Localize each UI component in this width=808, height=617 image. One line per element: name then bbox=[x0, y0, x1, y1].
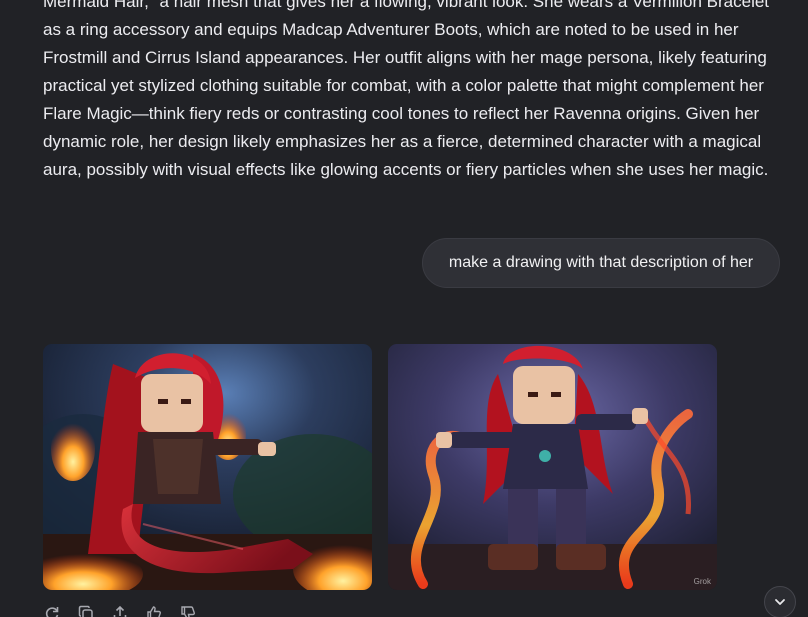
thumbs-down-icon bbox=[181, 606, 195, 617]
message-actions bbox=[43, 604, 197, 617]
assistant-message-line: Frostmill and Cirrus Island appearances.… bbox=[43, 48, 767, 67]
thumbs-up-icon bbox=[147, 606, 161, 617]
scroll-to-bottom-button[interactable] bbox=[764, 586, 796, 617]
chat-page: Mermaid Hair," a hair mesh that gives he… bbox=[0, 0, 808, 617]
assistant-message-line: Flare Magic—think fiery reds or contrast… bbox=[43, 104, 760, 123]
user-message-bubble: make a drawing with that description of … bbox=[422, 238, 780, 288]
assistant-message-line: practical yet stylized clothing suitable… bbox=[43, 76, 764, 95]
assistant-message: Mermaid Hair," a hair mesh that gives he… bbox=[43, 0, 783, 184]
chevron-down-icon bbox=[775, 599, 785, 605]
copy-button[interactable] bbox=[77, 604, 95, 617]
mermaid-character-image bbox=[43, 344, 372, 590]
fire-mage-character-image bbox=[388, 344, 717, 590]
regenerate-button[interactable] bbox=[43, 604, 61, 617]
regenerate-icon bbox=[45, 607, 59, 617]
assistant-message-line: aura, possibly with visual effects like … bbox=[43, 160, 769, 179]
image-watermark: Grok bbox=[693, 577, 711, 586]
thumbs-up-button[interactable] bbox=[145, 604, 163, 617]
share-icon bbox=[113, 605, 127, 617]
thumbs-down-button[interactable] bbox=[179, 604, 197, 617]
user-message-text: make a drawing with that description of … bbox=[448, 254, 754, 271]
assistant-message-line: dynamic role, her design likely emphasiz… bbox=[43, 132, 762, 151]
assistant-message-line: Mermaid Hair," a hair mesh that gives he… bbox=[43, 0, 770, 11]
share-button[interactable] bbox=[111, 604, 129, 617]
assistant-message-line: as a ring accessory and equips Madcap Ad… bbox=[43, 20, 739, 39]
generated-image-2[interactable]: Grok bbox=[388, 344, 717, 590]
copy-icon bbox=[78, 605, 93, 617]
generated-image-1[interactable] bbox=[43, 344, 372, 590]
